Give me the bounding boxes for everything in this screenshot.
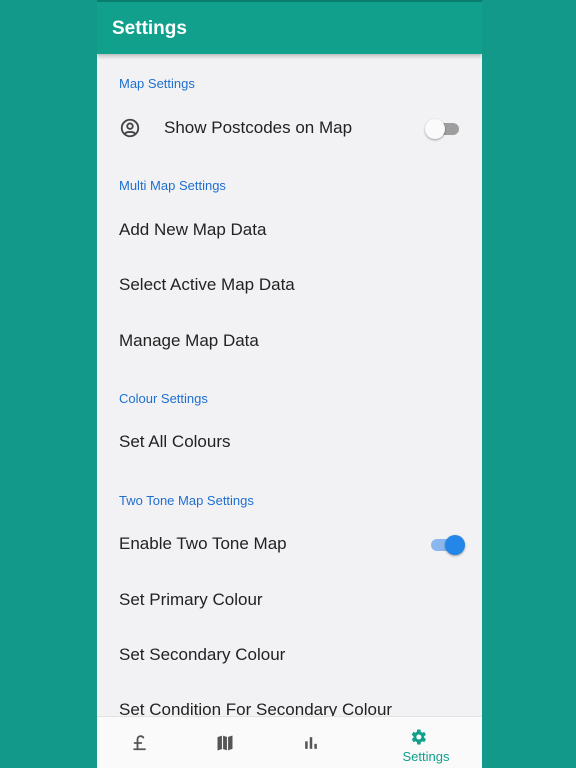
two-tone-map-toggle[interactable] (427, 533, 465, 555)
section-header-multi-map-settings: Multi Map Settings (119, 178, 226, 193)
setting-set-all-colours[interactable]: Set All Colours (97, 417, 482, 467)
nav-label-settings: Settings (402, 749, 450, 764)
settings-list[interactable]: Map Settings Show Postcodes on Map Multi… (97, 54, 482, 716)
nav-item-map[interactable] (193, 717, 289, 768)
nav-item-pricing[interactable] (97, 717, 193, 768)
setting-label: Select Active Map Data (119, 275, 295, 294)
setting-select-active-map-data[interactable]: Select Active Map Data (97, 260, 482, 310)
nav-item-statistics[interactable] (289, 717, 385, 768)
map-icon (217, 735, 233, 751)
account-circle-icon (120, 118, 140, 138)
show-postcodes-toggle[interactable] (425, 117, 463, 139)
setting-set-secondary-colour[interactable]: Set Secondary Colour (97, 630, 482, 680)
setting-label: Set All Colours (119, 432, 231, 451)
gear-icon (411, 729, 426, 745)
section-header-two-tone-map-settings: Two Tone Map Settings (119, 493, 254, 508)
setting-set-condition-secondary-colour[interactable]: Set Condition For Secondary Colour (97, 685, 482, 716)
setting-label: Manage Map Data (119, 331, 259, 350)
setting-label: Show Postcodes on Map (164, 118, 353, 137)
setting-label: Set Condition For Secondary Colour (119, 700, 393, 716)
setting-label: Set Secondary Colour (119, 645, 286, 664)
setting-manage-map-data[interactable]: Manage Map Data (97, 316, 482, 366)
setting-set-primary-colour[interactable]: Set Primary Colour (97, 575, 482, 625)
setting-enable-two-tone-map[interactable]: Enable Two Tone Map (97, 519, 482, 569)
settings-screen: Settings Map Settings Show Postcodes on … (97, 0, 482, 768)
bottom-navigation: Settings (97, 716, 482, 768)
setting-label: Add New Map Data (119, 220, 267, 239)
setting-show-postcodes[interactable]: Show Postcodes on Map (97, 103, 482, 153)
pound-icon (133, 735, 146, 751)
setting-add-new-map-data[interactable]: Add New Map Data (97, 205, 482, 255)
section-header-map-settings: Map Settings (119, 76, 195, 91)
page-title: Settings (112, 18, 187, 39)
nav-item-settings[interactable]: Settings (386, 717, 482, 768)
app-bar: Settings (97, 0, 482, 54)
setting-label: Enable Two Tone Map (119, 534, 287, 553)
section-header-colour-settings: Colour Settings (119, 391, 208, 406)
setting-label: Set Primary Colour (119, 590, 263, 609)
bar-chart-icon (305, 737, 317, 749)
